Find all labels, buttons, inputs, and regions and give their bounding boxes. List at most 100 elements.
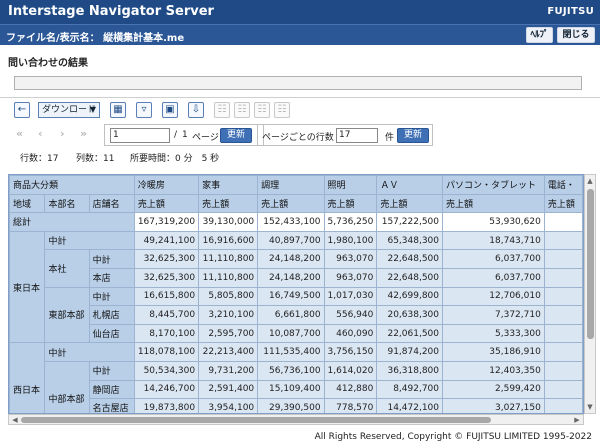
category-header[interactable]: 調理: [257, 175, 325, 195]
division-column-header[interactable]: 本部名: [44, 193, 90, 214]
region-header[interactable]: 西日本: [9, 342, 46, 413]
scroll-up-icon[interactable]: ▲: [585, 176, 595, 186]
table-cell[interactable]: 8,170,100: [133, 323, 200, 344]
store-header[interactable]: 中計: [88, 249, 135, 269]
category-header[interactable]: パソコン・タブレット: [442, 175, 545, 195]
table-cell[interactable]: 111,535,400: [257, 342, 325, 362]
close-button[interactable]: 閉じる: [557, 27, 595, 43]
store-header[interactable]: 中計: [88, 286, 135, 307]
table-cell[interactable]: 53,930,620: [442, 212, 545, 232]
disabled-tool-icon-4[interactable]: ☷: [274, 102, 290, 118]
table-cell[interactable]: [543, 286, 583, 307]
table-cell[interactable]: 6,037,700: [442, 249, 545, 269]
table-cell[interactable]: 22,648,500: [376, 267, 443, 288]
table-cell[interactable]: [543, 249, 583, 269]
table-cell[interactable]: 963,070: [323, 249, 378, 269]
table-cell[interactable]: 22,213,400: [198, 342, 259, 362]
page-input[interactable]: 1: [110, 128, 170, 143]
table-cell[interactable]: 19,873,800: [133, 398, 200, 413]
table-cell[interactable]: 29,390,500: [257, 398, 325, 413]
table-cell[interactable]: 14,246,700: [133, 379, 200, 400]
region-header[interactable]: 東日本: [9, 230, 46, 344]
table-cell[interactable]: [543, 323, 583, 344]
measure-header[interactable]: 売上額: [133, 193, 200, 214]
table-cell[interactable]: 3,756,150: [323, 342, 378, 362]
grand-total-header[interactable]: 総計: [9, 212, 135, 232]
download-dropdown[interactable]: ダウンロード ▼: [38, 102, 100, 118]
table-cell[interactable]: [543, 230, 583, 251]
scroll-left-icon[interactable]: ◀: [10, 415, 20, 425]
table-cell[interactable]: 1,980,100: [323, 230, 378, 251]
table-cell[interactable]: 778,570: [323, 398, 378, 413]
division-header[interactable]: 中部本部: [44, 360, 90, 413]
table-cell[interactable]: 36,318,800: [376, 360, 443, 381]
measure-header[interactable]: 売上額: [257, 193, 325, 214]
scroll-down-icon[interactable]: ▼: [585, 402, 595, 412]
table-cell[interactable]: 12,403,350: [442, 360, 545, 381]
first-page-icon[interactable]: «: [16, 127, 23, 140]
table-cell[interactable]: 5,805,800: [198, 286, 259, 307]
horizontal-scroll-thumb[interactable]: [21, 417, 491, 423]
table-cell[interactable]: 118,078,100: [133, 342, 200, 362]
table-cell[interactable]: 6,661,800: [257, 305, 325, 325]
measure-header[interactable]: 売上額: [442, 193, 545, 214]
table-cell[interactable]: 8,445,700: [133, 305, 200, 325]
store-header[interactable]: 名古屋店: [88, 398, 135, 413]
table-cell[interactable]: 2,595,700: [198, 323, 259, 344]
table-cell[interactable]: 167,319,200: [133, 212, 200, 232]
store-header[interactable]: 中計: [88, 360, 135, 381]
table-cell[interactable]: 50,534,300: [133, 360, 200, 381]
table-cell[interactable]: 18,743,710: [442, 230, 545, 251]
table-cell[interactable]: 412,880: [323, 379, 378, 400]
prev-page-icon[interactable]: ‹: [38, 127, 43, 140]
table-cell[interactable]: 35,186,910: [442, 342, 545, 362]
table-cell[interactable]: 91,874,200: [376, 342, 443, 362]
table-cell[interactable]: 5,736,250: [323, 212, 378, 232]
table-cell[interactable]: 24,148,200: [257, 267, 325, 288]
disabled-tool-icon-3[interactable]: ☷: [254, 102, 270, 118]
horizontal-scrollbar[interactable]: ◀ ▶: [8, 414, 584, 425]
table-cell[interactable]: 39,130,000: [198, 212, 259, 232]
table-cell[interactable]: 8,492,700: [376, 379, 443, 400]
category-header[interactable]: 電話・: [543, 175, 583, 195]
table-cell[interactable]: 24,148,200: [257, 249, 325, 269]
category-header[interactable]: 冷暖房: [133, 175, 200, 195]
measure-header[interactable]: 売上額: [323, 193, 378, 214]
table-cell[interactable]: 40,897,700: [257, 230, 325, 251]
table-cell[interactable]: 11,110,800: [198, 267, 259, 288]
last-page-icon[interactable]: »: [80, 127, 87, 140]
division-header[interactable]: 本社: [44, 249, 90, 288]
table-cell[interactable]: 2,599,420: [442, 379, 545, 400]
table-cell[interactable]: [543, 398, 583, 413]
disabled-tool-icon-2[interactable]: ☷: [234, 102, 250, 118]
rows-per-page-input[interactable]: 17: [336, 128, 378, 143]
table-cell[interactable]: 460,090: [323, 323, 378, 344]
table-cell[interactable]: 556,940: [323, 305, 378, 325]
table-cell[interactable]: 22,648,500: [376, 249, 443, 269]
rows-update-button[interactable]: 更新: [397, 128, 429, 143]
disabled-tool-icon-1[interactable]: ☷: [214, 102, 230, 118]
result-grid[interactable]: 商品大分類 冷暖房 家事 調理 照明 ＡＶ パソコン・タブレット 電話・ 地域 本部名 店舗名 売上額…: [8, 174, 584, 414]
store-header[interactable]: 札幌店: [88, 305, 135, 325]
division-header[interactable]: 東部本部: [44, 286, 90, 344]
region-column-header[interactable]: 地域: [9, 193, 46, 214]
table-cell[interactable]: 1,614,020: [323, 360, 378, 381]
table-cell[interactable]: 65,348,300: [376, 230, 443, 251]
table-cell[interactable]: 6,037,700: [442, 267, 545, 288]
back-arrow-icon[interactable]: ←: [14, 102, 30, 118]
excel-icon[interactable]: ▦: [110, 102, 126, 118]
table-cell[interactable]: [543, 212, 583, 232]
store-header[interactable]: 仙台店: [88, 323, 135, 344]
table-cell[interactable]: 16,749,500: [257, 286, 325, 307]
table-cell[interactable]: 20,638,300: [376, 305, 443, 325]
table-cell[interactable]: [543, 360, 583, 381]
table-cell[interactable]: 7,372,710: [442, 305, 545, 325]
folder-save-icon[interactable]: ▣: [162, 102, 178, 118]
measure-header[interactable]: 売上額: [543, 193, 583, 214]
table-cell[interactable]: 963,070: [323, 267, 378, 288]
category-header[interactable]: 家事: [198, 175, 259, 195]
table-cell[interactable]: 16,615,800: [133, 286, 200, 307]
table-cell[interactable]: 157,222,500: [376, 212, 443, 232]
corner-header[interactable]: 商品大分類: [9, 175, 135, 195]
scroll-right-icon[interactable]: ▶: [572, 415, 582, 425]
